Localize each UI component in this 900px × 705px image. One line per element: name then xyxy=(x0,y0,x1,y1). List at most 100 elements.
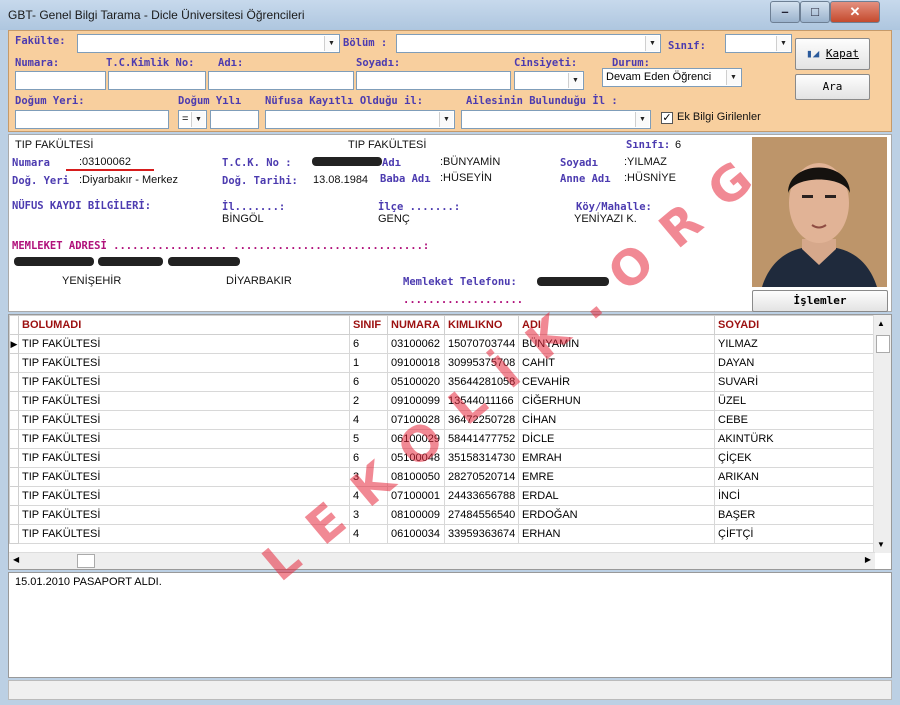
row-header[interactable] xyxy=(9,467,19,487)
table-row[interactable]: ▶ TIP FAKÜLTESİ 6 03100062 15070703744 BÜNYAM… xyxy=(9,334,876,354)
cell-bolumadi[interactable]: TIP FAKÜLTESİ xyxy=(18,429,350,449)
cell-sinif[interactable]: 4 xyxy=(349,410,388,430)
numara-input[interactable] xyxy=(15,71,106,90)
horizontal-scrollbar[interactable]: ◀ ▶ xyxy=(9,552,875,569)
bolum-dropdown[interactable]: ▼ xyxy=(396,34,661,53)
table-row[interactable]: TIP FAKÜLTESİ 3 08100050 28270520714 EMRE ARI… xyxy=(9,467,876,487)
cell-numara[interactable]: 03100062 xyxy=(387,334,445,354)
sinif-dropdown[interactable]: ▼ xyxy=(725,34,792,53)
scroll-right-icon[interactable]: ▶ xyxy=(865,555,871,564)
cell-bolumadi[interactable]: TIP FAKÜLTESİ xyxy=(18,353,350,373)
row-header[interactable] xyxy=(9,410,19,430)
col-soyadi[interactable]: SOYADI xyxy=(714,315,876,335)
dogum-yili-operator[interactable]: = ▼ xyxy=(178,110,207,129)
cell-numara[interactable]: 05100020 xyxy=(387,372,445,392)
cell-soyadi[interactable]: CEBE xyxy=(714,410,876,430)
ara-button[interactable]: Ara xyxy=(795,74,870,100)
tck-redacted xyxy=(312,157,382,166)
islemler-button[interactable]: İşlemler xyxy=(752,290,888,312)
cell-bolumadi[interactable]: TIP FAKÜLTESİ xyxy=(18,486,350,506)
vertical-scroll-thumb[interactable] xyxy=(876,335,890,353)
cell-adi[interactable]: EMRE xyxy=(518,467,715,487)
cell-sinif[interactable]: 6 xyxy=(349,334,388,354)
cell-adi[interactable]: DİCLE xyxy=(518,429,715,449)
col-kimlikno[interactable]: KIMLIKNO xyxy=(444,315,519,335)
chevron-down-icon: ▼ xyxy=(776,36,790,51)
cell-kimlikno[interactable]: 33959363674 xyxy=(444,524,519,544)
cell-bolumadi[interactable]: TIP FAKÜLTESİ xyxy=(18,372,350,392)
row-header[interactable] xyxy=(9,524,19,544)
cell-adi[interactable]: CİĞERHUN xyxy=(518,391,715,411)
cell-sinif[interactable]: 1 xyxy=(349,353,388,373)
table-row[interactable]: TIP FAKÜLTESİ 4 06100034 33959363674 ERHAN Çİ… xyxy=(9,524,876,544)
cell-numara[interactable]: 09100018 xyxy=(387,353,445,373)
chevron-down-icon: ▼ xyxy=(439,112,453,127)
cell-soyadi[interactable]: İNCİ xyxy=(714,486,876,506)
table-row[interactable]: TIP FAKÜLTESİ 3 08100009 27484556540 ERDOĞAN… xyxy=(9,505,876,525)
cell-soyadi[interactable]: ÜZEL xyxy=(714,391,876,411)
current-row-indicator-icon[interactable]: ▶ xyxy=(9,334,19,354)
maximize-button[interactable]: □ xyxy=(800,1,830,23)
col-sinif[interactable]: SINIF xyxy=(349,315,388,335)
cell-adi[interactable]: ERHAN xyxy=(518,524,715,544)
row-header[interactable] xyxy=(9,372,19,392)
cell-bolumadi[interactable]: TIP FAKÜLTESİ xyxy=(18,391,350,411)
cell-kimlikno[interactable]: 24433656788 xyxy=(444,486,519,506)
row-header[interactable] xyxy=(9,486,19,506)
row-header[interactable] xyxy=(9,429,19,449)
cell-adi[interactable]: ERDAL xyxy=(518,486,715,506)
dogum-yeri-input[interactable] xyxy=(15,110,169,129)
adi-input[interactable] xyxy=(208,71,354,90)
fakulte-dropdown[interactable]: ▼ xyxy=(77,34,340,53)
table-row[interactable]: TIP FAKÜLTESİ 1 09100018 30995375708 CAHİT DA… xyxy=(9,353,876,373)
cell-soyadi[interactable]: AKINTÜRK xyxy=(714,429,876,449)
cell-adi[interactable]: CEVAHİR xyxy=(518,372,715,392)
cell-bolumadi[interactable]: TIP FAKÜLTESİ xyxy=(18,410,350,430)
soyadi-input[interactable] xyxy=(356,71,511,90)
tckimlik-input[interactable] xyxy=(108,71,206,90)
cell-soyadi[interactable]: DAYAN xyxy=(714,353,876,373)
table-row[interactable]: TIP FAKÜLTESİ 4 07100001 24433656788 ERDAL İN… xyxy=(9,486,876,506)
close-button[interactable]: ✕ xyxy=(830,1,880,23)
cell-soyadi[interactable]: ÇİFTÇİ xyxy=(714,524,876,544)
cell-soyadi[interactable]: ÇİÇEK xyxy=(714,448,876,468)
vertical-scrollbar[interactable]: ▲ ▼ xyxy=(873,315,891,553)
il-value: BİNGÖL xyxy=(222,213,264,225)
minimize-button[interactable]: – xyxy=(770,1,800,23)
cell-numara[interactable]: 08100009 xyxy=(387,505,445,525)
cell-adi[interactable]: CİHAN xyxy=(518,410,715,430)
scroll-down-icon[interactable]: ▼ xyxy=(877,540,885,549)
cell-bolumadi[interactable]: TIP FAKÜLTESİ xyxy=(18,334,350,354)
ek-bilgi-checkbox[interactable]: ✓ xyxy=(661,112,673,124)
cell-adi[interactable]: EMRAH xyxy=(518,448,715,468)
dogum-yili-input[interactable] xyxy=(210,110,259,129)
durum-dropdown[interactable]: Devam Eden Öğrenci ▼ xyxy=(602,68,742,87)
row-header[interactable] xyxy=(9,505,19,525)
cell-soyadi[interactable]: BAŞER xyxy=(714,505,876,525)
col-bolumadi[interactable]: BOLUMADI xyxy=(18,315,350,335)
row-header[interactable] xyxy=(9,391,19,411)
cell-bolumadi[interactable]: TIP FAKÜLTESİ xyxy=(18,467,350,487)
col-numara[interactable]: NUMARA xyxy=(387,315,445,335)
row-header[interactable] xyxy=(9,353,19,373)
cell-soyadi[interactable]: ARIKAN xyxy=(714,467,876,487)
notes-area[interactable]: 15.01.2010 PASAPORT ALDI. xyxy=(8,572,892,678)
cell-sinif[interactable]: 2 xyxy=(349,391,388,411)
aile-il-dropdown[interactable]: ▼ xyxy=(461,110,651,129)
kapat-button[interactable]: ▮◢ Kapat xyxy=(795,38,870,70)
cell-kimlikno[interactable]: 27484556540 xyxy=(444,505,519,525)
scroll-up-icon[interactable]: ▲ xyxy=(877,319,885,328)
row-header[interactable] xyxy=(9,448,19,468)
horizontal-scroll-thumb[interactable] xyxy=(77,554,95,568)
tck-label: T.C.K. No : xyxy=(222,157,292,169)
cell-soyadi[interactable]: SUVARİ xyxy=(714,372,876,392)
scroll-left-icon[interactable]: ◀ xyxy=(13,555,19,564)
cell-kimlikno[interactable]: 28270520714 xyxy=(444,467,519,487)
cell-soyadi[interactable]: YILMAZ xyxy=(714,334,876,354)
cell-sinif[interactable]: 6 xyxy=(349,372,388,392)
cinsiyeti-dropdown[interactable]: ▼ xyxy=(514,71,584,90)
cell-bolumadi[interactable]: TIP FAKÜLTESİ xyxy=(18,448,350,468)
cell-adi[interactable]: ERDOĞAN xyxy=(518,505,715,525)
nufus-il-dropdown[interactable]: ▼ xyxy=(265,110,455,129)
cell-numara[interactable]: 06100034 xyxy=(387,524,445,544)
